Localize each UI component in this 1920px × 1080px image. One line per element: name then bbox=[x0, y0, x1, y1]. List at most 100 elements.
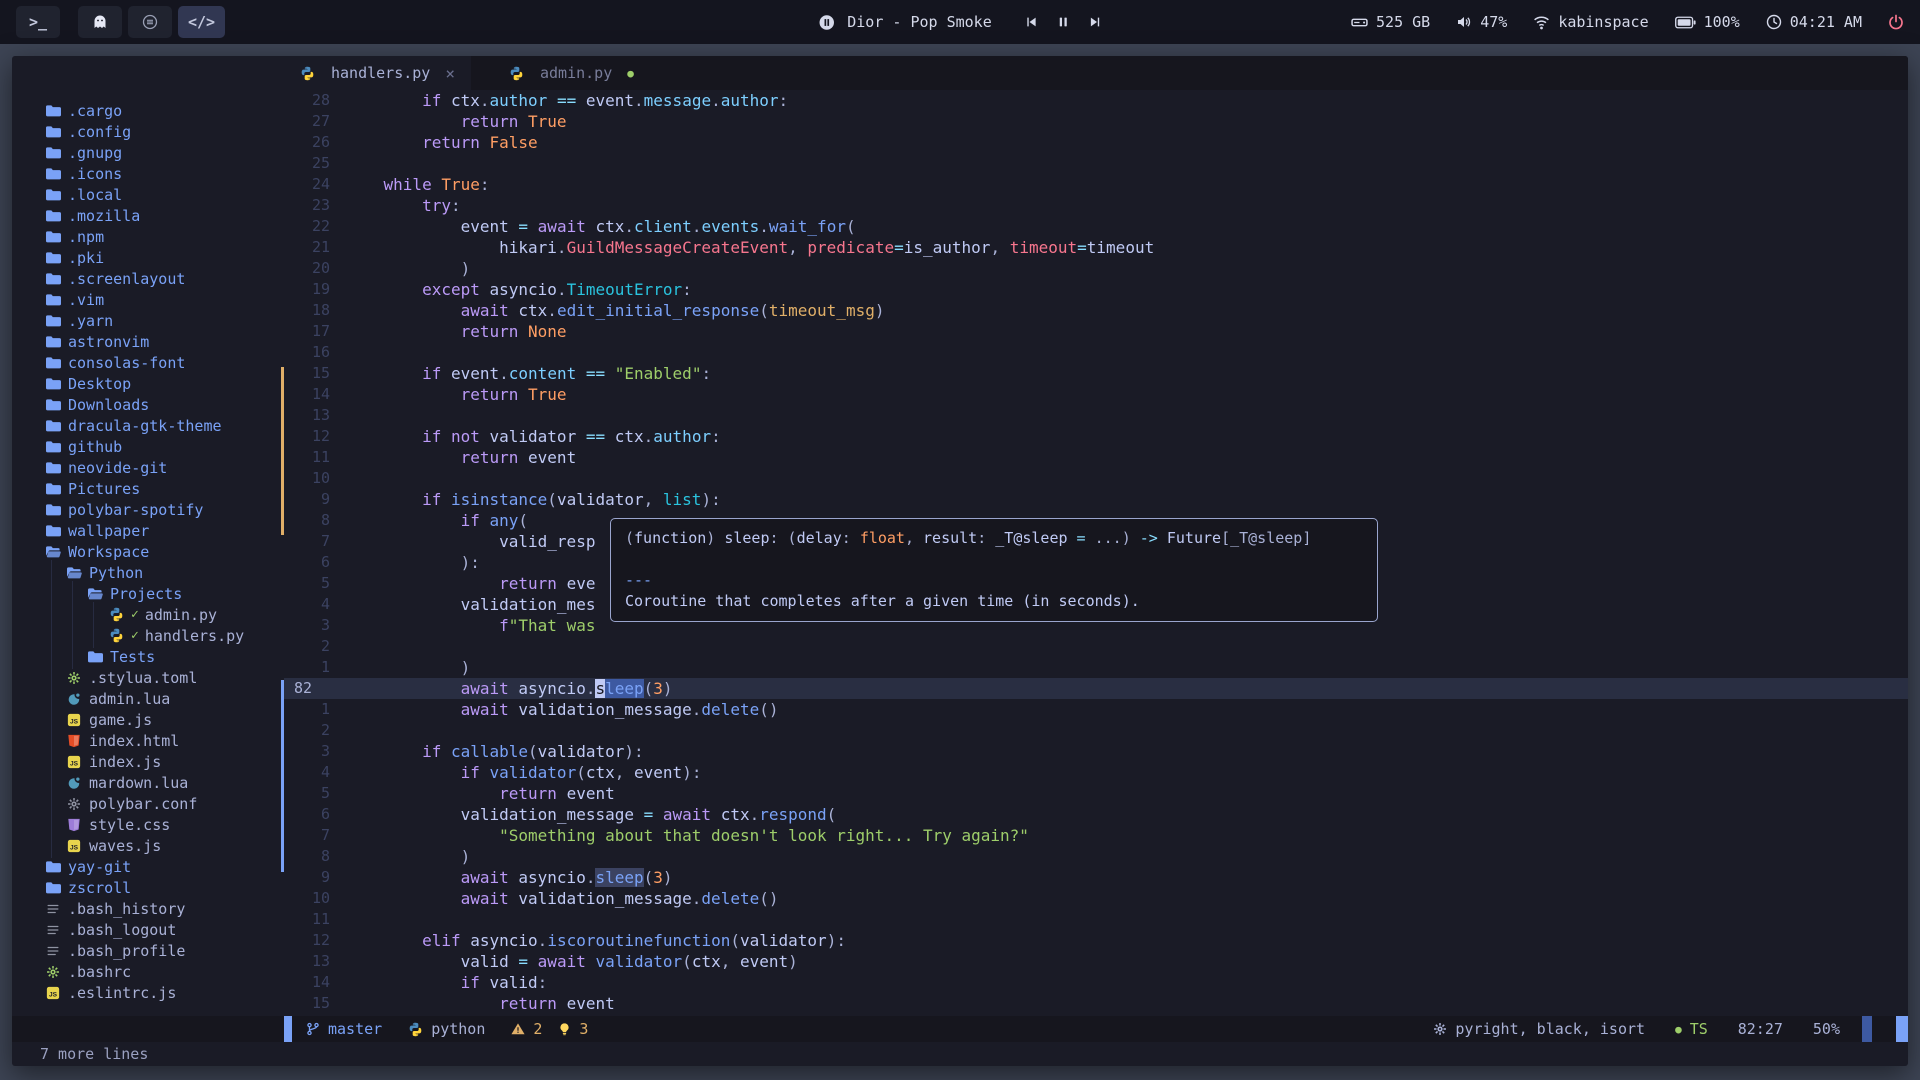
code-line[interactable]: 18 await ctx.edit_initial_response(timeo… bbox=[284, 300, 1908, 321]
previous-track-icon[interactable] bbox=[1024, 15, 1038, 29]
tree-item-consolas-font[interactable]: consolas-font bbox=[12, 352, 284, 373]
code-line[interactable]: 13 bbox=[284, 405, 1908, 426]
tree-item--vim[interactable]: .vim bbox=[12, 289, 284, 310]
tree-item-python[interactable]: Python bbox=[12, 562, 284, 583]
power-button[interactable] bbox=[1888, 14, 1904, 30]
code-line[interactable]: 9 if isinstance(validator, list): bbox=[284, 489, 1908, 510]
tree-item--bash-logout[interactable]: .bash_logout bbox=[12, 919, 284, 940]
code-line[interactable]: 10 await validation_message.delete() bbox=[284, 888, 1908, 909]
code-line-current[interactable]: 82 await asyncio.sleep(3) bbox=[284, 678, 1908, 699]
next-track-icon[interactable] bbox=[1088, 15, 1102, 29]
tree-item-yay-git[interactable]: yay-git bbox=[12, 856, 284, 877]
tree-item--pki[interactable]: .pki bbox=[12, 247, 284, 268]
code-line[interactable]: 11 return event bbox=[284, 447, 1908, 468]
tree-item--config[interactable]: .config bbox=[12, 121, 284, 142]
tree-item-index-js[interactable]: JSindex.js bbox=[12, 751, 284, 772]
code-line[interactable]: 1 ) bbox=[284, 657, 1908, 678]
tree-item-projects[interactable]: Projects bbox=[12, 583, 284, 604]
tree-item--local[interactable]: .local bbox=[12, 184, 284, 205]
code-line[interactable]: 7 "Something about that doesn't look rig… bbox=[284, 825, 1908, 846]
folder-icon bbox=[46, 103, 68, 118]
tree-item-admin-lua[interactable]: admin.lua bbox=[12, 688, 284, 709]
code-line[interactable]: 16 bbox=[284, 342, 1908, 363]
code-line[interactable]: 1 await validation_message.delete() bbox=[284, 699, 1908, 720]
tree-item--icons[interactable]: .icons bbox=[12, 163, 284, 184]
indent-guide bbox=[67, 646, 88, 667]
tree-item-admin-py[interactable]: ✓admin.py bbox=[12, 604, 284, 625]
tree-item-workspace[interactable]: Workspace bbox=[12, 541, 284, 562]
tree-item--yarn[interactable]: .yarn bbox=[12, 310, 284, 331]
code-line[interactable]: 12 if not validator == ctx.author: bbox=[284, 426, 1908, 447]
code-line[interactable]: 2 bbox=[284, 720, 1908, 741]
code-line[interactable]: 27 return True bbox=[284, 111, 1908, 132]
code-line[interactable]: 14 return True bbox=[284, 384, 1908, 405]
tab-close-icon[interactable]: × bbox=[445, 64, 455, 83]
tree-item-dracula-gtk-theme[interactable]: dracula-gtk-theme bbox=[12, 415, 284, 436]
code-line[interactable]: 9 await asyncio.sleep(3) bbox=[284, 867, 1908, 888]
code-line[interactable]: 19 except asyncio.TimeoutError: bbox=[284, 279, 1908, 300]
tree-item--bash-history[interactable]: .bash_history bbox=[12, 898, 284, 919]
code-line[interactable]: 15 if event.content == "Enabled": bbox=[284, 363, 1908, 384]
code-line[interactable]: 17 return None bbox=[284, 321, 1908, 342]
code-line[interactable]: 20 ) bbox=[284, 258, 1908, 279]
tree-item-game-js[interactable]: JSgame.js bbox=[12, 709, 284, 730]
tree-item--bash-profile[interactable]: .bash_profile bbox=[12, 940, 284, 961]
code-line[interactable]: 15 return event bbox=[284, 993, 1908, 1014]
tree-item--stylua-toml[interactable]: .stylua.toml bbox=[12, 667, 284, 688]
clock-module[interactable]: 04:21 AM bbox=[1766, 13, 1862, 31]
code-line[interactable]: 28 if ctx.author == event.message.author… bbox=[284, 90, 1908, 111]
tree-item-style-css[interactable]: style.css bbox=[12, 814, 284, 835]
tree-item-desktop[interactable]: Desktop bbox=[12, 373, 284, 394]
code-line[interactable]: 11 bbox=[284, 909, 1908, 930]
tree-item--eslintrc-js[interactable]: JS.eslintrc.js bbox=[12, 982, 284, 1003]
tree-item-handlers-py[interactable]: ✓handlers.py bbox=[12, 625, 284, 646]
code-line[interactable]: 26 return False bbox=[284, 132, 1908, 153]
tree-item-polybar-conf[interactable]: polybar.conf bbox=[12, 793, 284, 814]
tree-item--cargo[interactable]: .cargo bbox=[12, 100, 284, 121]
tab-handlers-py[interactable]: handlers.py × bbox=[284, 56, 471, 90]
tree-item-polybar-spotify[interactable]: polybar-spotify bbox=[12, 499, 284, 520]
tree-item-github[interactable]: github bbox=[12, 436, 284, 457]
code-line[interactable]: 21 hikari.GuildMessageCreateEvent, predi… bbox=[284, 237, 1908, 258]
workspace-apps[interactable] bbox=[128, 6, 172, 38]
code-line[interactable]: 4 if validator(ctx, event): bbox=[284, 762, 1908, 783]
code-line[interactable]: 12 elif asyncio.iscoroutinefunction(vali… bbox=[284, 930, 1908, 951]
code-line[interactable]: 25 bbox=[284, 153, 1908, 174]
tab-admin-py[interactable]: admin.py ● bbox=[493, 56, 650, 90]
tree-item-zscroll[interactable]: zscroll bbox=[12, 877, 284, 898]
workspace-code[interactable]: </> bbox=[178, 6, 225, 38]
code-line[interactable]: 3 if callable(validator): bbox=[284, 741, 1908, 762]
tree-item--gnupg[interactable]: .gnupg bbox=[12, 142, 284, 163]
tree-item-tests[interactable]: Tests bbox=[12, 646, 284, 667]
pause-icon[interactable] bbox=[1056, 15, 1070, 29]
tree-item-neovide-git[interactable]: neovide-git bbox=[12, 457, 284, 478]
tree-item-waves-js[interactable]: JSwaves.js bbox=[12, 835, 284, 856]
workspace-ghost[interactable] bbox=[78, 6, 122, 38]
code-line[interactable]: 24 while True: bbox=[284, 174, 1908, 195]
volume-module[interactable]: 47% bbox=[1456, 13, 1507, 31]
code-line[interactable]: 5 return event bbox=[284, 783, 1908, 804]
tree-item--screenlayout[interactable]: .screenlayout bbox=[12, 268, 284, 289]
tree-item-index-html[interactable]: index.html bbox=[12, 730, 284, 751]
code-line[interactable]: 13 valid = await validator(ctx, event) bbox=[284, 951, 1908, 972]
code-line[interactable]: 14 if valid: bbox=[284, 972, 1908, 993]
tree-item--mozilla[interactable]: .mozilla bbox=[12, 205, 284, 226]
tree-item--npm[interactable]: .npm bbox=[12, 226, 284, 247]
battery-module[interactable]: 100% bbox=[1675, 13, 1740, 31]
tree-item-mardown-lua[interactable]: mardown.lua bbox=[12, 772, 284, 793]
tree-item--bashrc[interactable]: .bashrc bbox=[12, 961, 284, 982]
code-line[interactable]: 6 validation_message = await ctx.respond… bbox=[284, 804, 1908, 825]
tree-item-astronvim[interactable]: astronvim bbox=[12, 331, 284, 352]
code-line[interactable]: 8 ) bbox=[284, 846, 1908, 867]
code-viewport[interactable]: 28 if ctx.author == event.message.author… bbox=[284, 90, 1908, 1016]
tree-item-pictures[interactable]: Pictures bbox=[12, 478, 284, 499]
network-module[interactable]: kabinspace bbox=[1533, 13, 1648, 31]
tree-item-downloads[interactable]: Downloads bbox=[12, 394, 284, 415]
code-line[interactable]: 22 event = await ctx.client.events.wait_… bbox=[284, 216, 1908, 237]
code-line[interactable]: 23 try: bbox=[284, 195, 1908, 216]
workspace-terminal[interactable]: >_ bbox=[16, 6, 60, 38]
code-line[interactable]: 10 bbox=[284, 468, 1908, 489]
disk-module[interactable]: 525 GB bbox=[1351, 13, 1430, 31]
code-line[interactable]: 2 bbox=[284, 636, 1908, 657]
tree-item-wallpaper[interactable]: wallpaper bbox=[12, 520, 284, 541]
